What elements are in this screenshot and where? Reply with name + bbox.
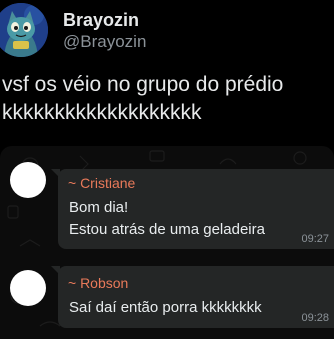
- blank-avatar-icon[interactable]: [10, 270, 46, 306]
- message-text-line: Estou atrás de uma geladeira: [69, 221, 265, 238]
- sender-name[interactable]: ~ Robson: [68, 275, 128, 292]
- author-handle[interactable]: @Brayozin: [63, 31, 146, 53]
- tweet-text-line: kkkkkkkkkkkkkkkkkkk: [2, 101, 202, 124]
- message-time: 09:28: [301, 312, 329, 324]
- message-text-line: Bom dia!: [69, 199, 129, 216]
- message-time: 09:27: [301, 233, 329, 245]
- author-display-name[interactable]: Brayozin: [63, 9, 139, 31]
- blank-avatar-icon[interactable]: [10, 162, 46, 198]
- tweet-text: vsf os véio no grupo do prédio kkkkkkkkk…: [2, 71, 332, 127]
- message-bubble[interactable]: ~ Cristiane Bom dia! Estou atrás de uma …: [51, 169, 334, 249]
- tweet-text-line: vsf os véio no grupo do prédio: [2, 73, 284, 96]
- sender-name[interactable]: ~ Cristiane: [68, 175, 135, 192]
- message-text-line: Saí daí então porra kkkkkkkk: [69, 299, 262, 316]
- tweet-screenshot: Brayozin @Brayozin vsf os véio no grupo …: [0, 0, 334, 339]
- author-avatar-icon[interactable]: [0, 3, 48, 57]
- tweet-media-image[interactable]: ~ Cristiane Bom dia! Estou atrás de uma …: [0, 146, 334, 339]
- message-bubble[interactable]: ~ Robson Saí daí então porra kkkkkkkk 09…: [51, 266, 334, 328]
